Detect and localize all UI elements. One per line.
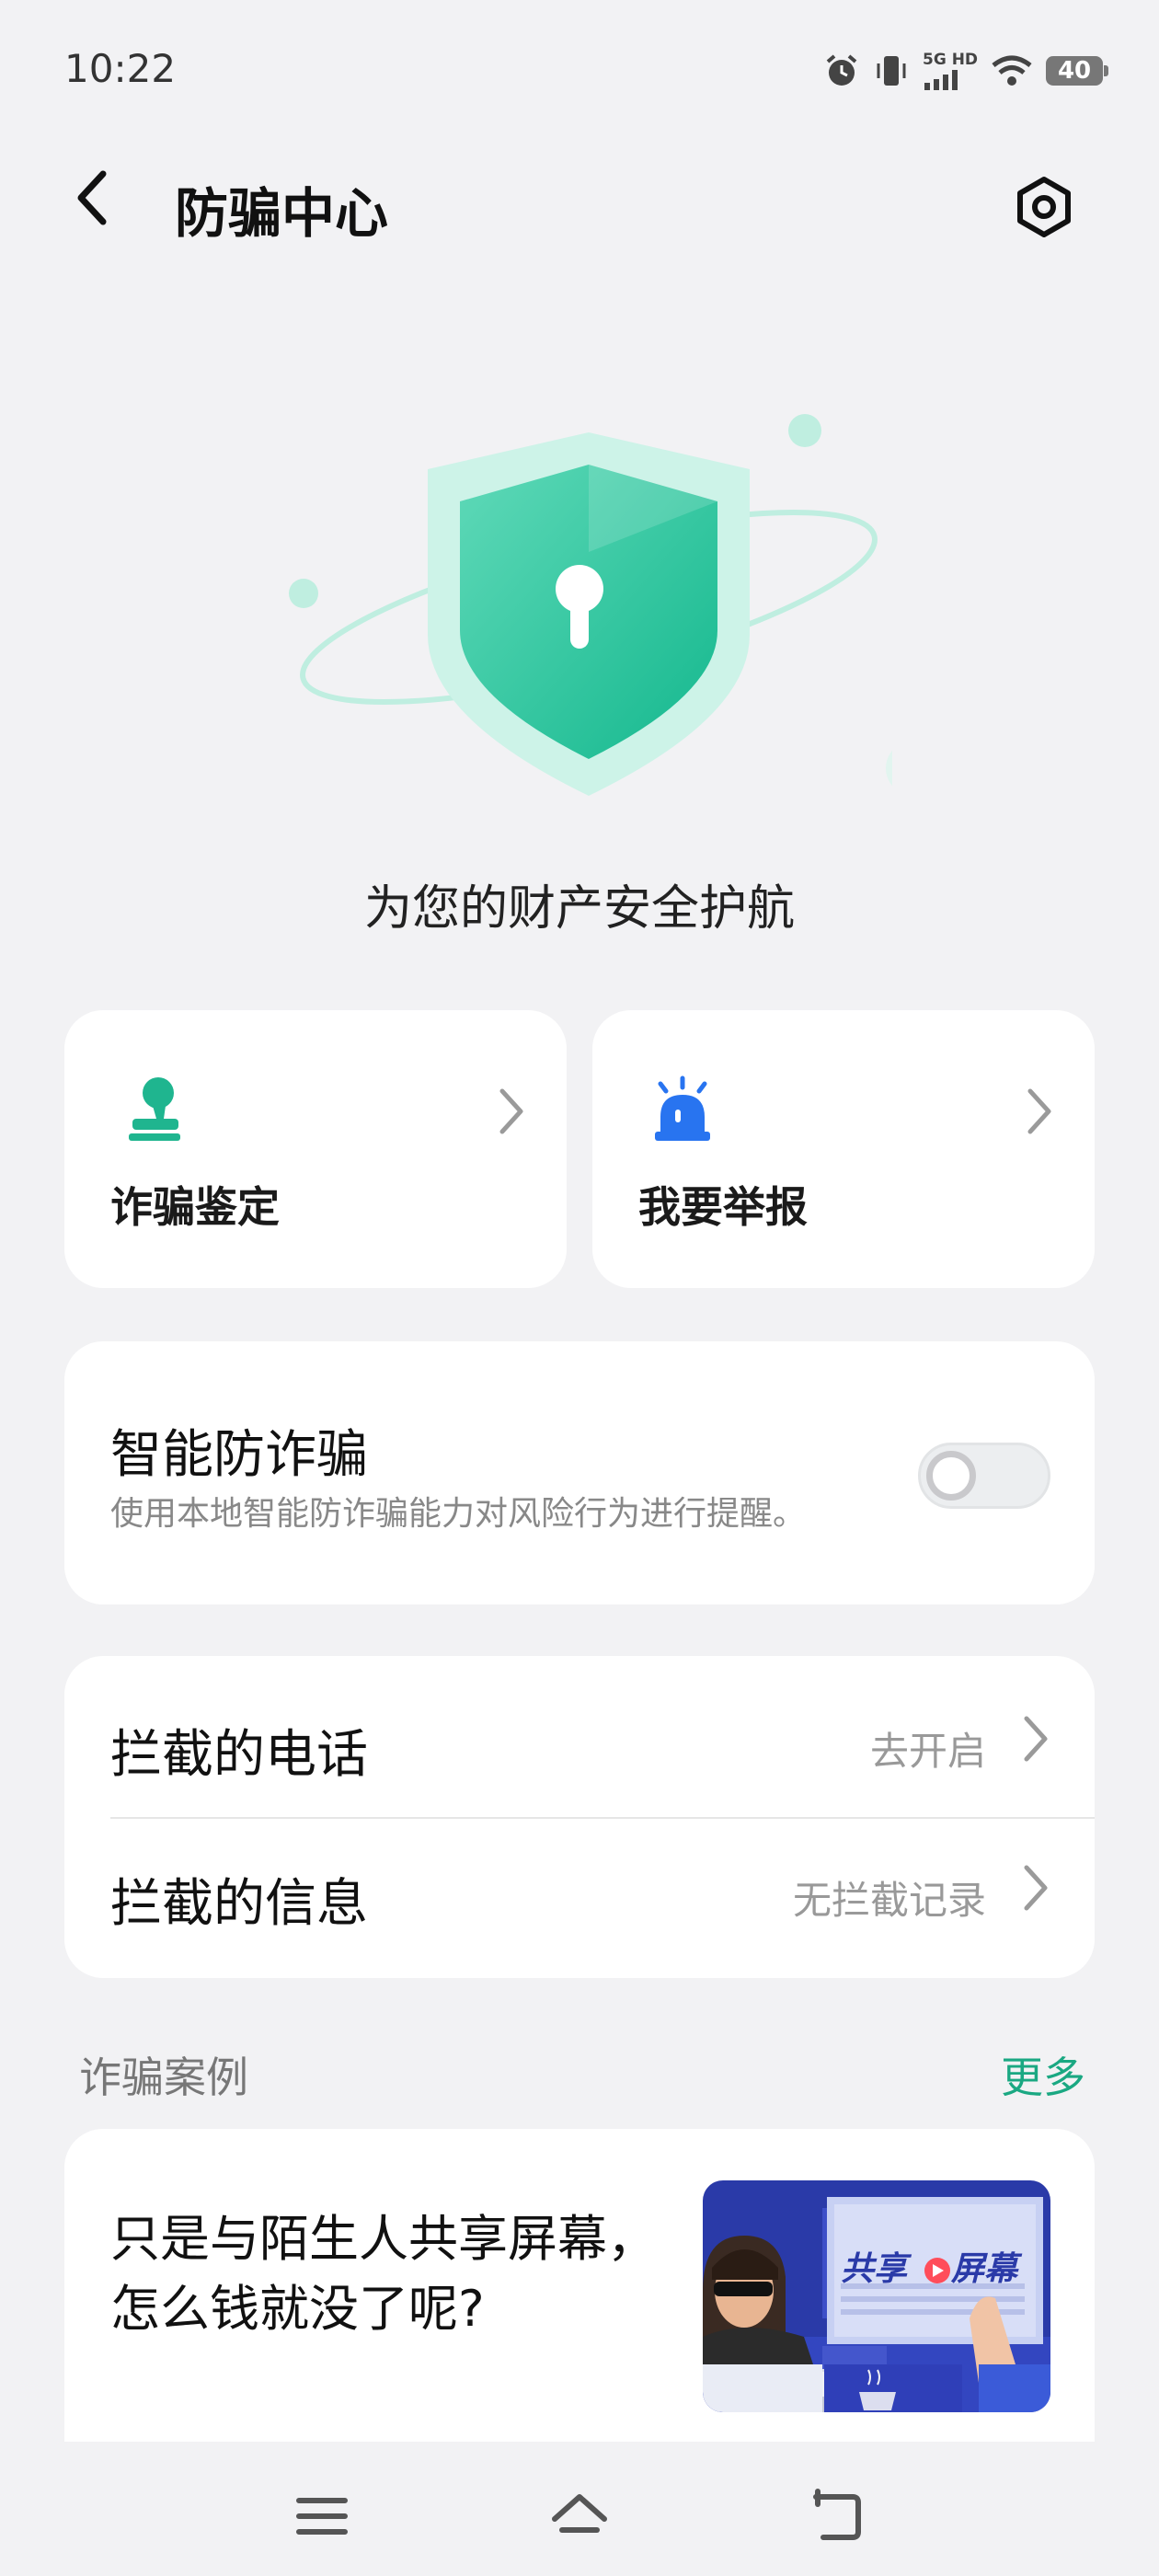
thumb-text: 共享 — [841, 2249, 912, 2287]
signal-indicator: 5G HD — [923, 52, 978, 90]
decor-dot — [289, 579, 318, 608]
chevron-left-icon — [77, 170, 107, 225]
vibrate-icon — [877, 56, 906, 86]
decor-dot — [886, 750, 892, 787]
case-title: 只是与陌生人共享屏幕，怎么钱就没了呢? — [110, 2210, 657, 2338]
fraud-identify-card[interactable]: 诈骗鉴定 — [64, 1010, 567, 1288]
intercepted-calls-value: 去开启 — [869, 1729, 986, 1774]
back-button[interactable] — [64, 166, 120, 230]
battery-indicator: 40 — [1046, 56, 1109, 86]
intercepted-messages-label: 拦截的信息 — [110, 1874, 368, 1934]
smart-protection-toggle[interactable] — [918, 1443, 1050, 1509]
settings-hexagon-icon — [1017, 177, 1071, 237]
home-icon[interactable] — [547, 2484, 612, 2548]
shield-illustration — [289, 414, 892, 796]
chevron-right-icon — [1027, 1088, 1051, 1134]
menu-icon[interactable] — [290, 2484, 354, 2548]
intercepted-calls-label: 拦截的电话 — [110, 1725, 368, 1785]
cell-signal-icon — [924, 70, 958, 90]
back-nav-icon[interactable] — [805, 2484, 869, 2548]
report-card[interactable]: 我要举报 — [592, 1010, 1095, 1288]
svg-text:屏幕: 屏幕 — [950, 2249, 1023, 2287]
smart-protection-card: 智能防诈骗 使用本地智能防诈骗能力对风险行为进行提醒。 — [64, 1341, 1095, 1604]
cases-section-title: 诈骗案例 — [79, 2053, 248, 2102]
fraud-identify-label: 诈骗鉴定 — [110, 1182, 280, 1232]
status-icons: 5G HD 40 — [823, 48, 1109, 94]
decor-dot — [788, 414, 821, 447]
chevron-right-icon — [1024, 1865, 1048, 1911]
case-card[interactable]: 只是与陌生人共享屏幕，怎么钱就没了呢? 共享 屏幕 — [64, 2129, 1095, 2442]
smart-protection-title: 智能防诈骗 — [110, 1425, 368, 1485]
page-title: 防骗中心 — [175, 182, 389, 245]
status-time: 10:22 — [64, 46, 177, 91]
chevron-right-icon — [499, 1088, 523, 1134]
network-type: 5G HD — [923, 51, 979, 69]
alarm-siren-icon — [655, 1075, 710, 1141]
intercept-card: 拦截的电话 去开启 拦截的信息 无拦截记录 — [64, 1656, 1095, 1978]
settings-button[interactable] — [1012, 175, 1076, 239]
hero-tagline: 为您的财产安全护航 — [363, 881, 795, 937]
navigation-bar — [0, 2443, 1159, 2576]
wifi-icon — [992, 55, 1032, 86]
chevron-right-icon — [1024, 1716, 1048, 1762]
toggle-knob — [926, 1451, 976, 1501]
cases-more-link[interactable]: 更多 — [1001, 2044, 1085, 2105]
stamp-icon — [129, 1077, 180, 1141]
smart-protection-description: 使用本地智能防诈骗能力对风险行为进行提醒。 — [110, 1495, 807, 1533]
alarm-icon — [826, 54, 857, 86]
intercepted-messages-value: 无拦截记录 — [792, 1878, 986, 1923]
intercepted-messages-row[interactable]: 拦截的信息 无拦截记录 — [64, 1816, 1095, 1965]
case-thumbnail: 共享 屏幕 — [703, 2180, 1050, 2412]
report-label: 我要举报 — [638, 1182, 808, 1232]
intercepted-calls-row[interactable]: 拦截的电话 去开启 — [64, 1667, 1095, 1816]
